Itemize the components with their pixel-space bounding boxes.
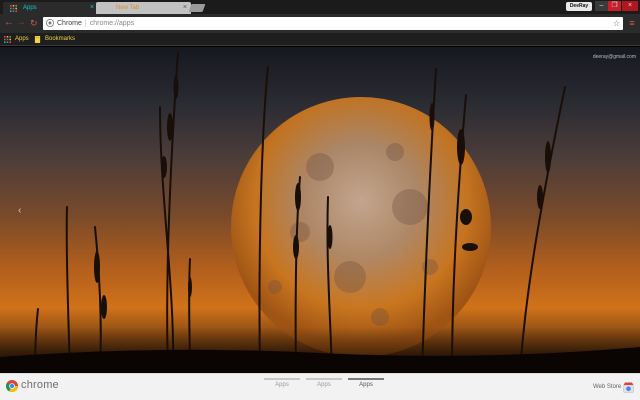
close-icon[interactable]: ×: [622, 1, 638, 11]
tab-strip: Apps × New Tab × DeeRay – ❐ ×: [0, 0, 640, 14]
omnibox-url: chrome://apps: [89, 20, 135, 27]
maximize-icon[interactable]: ❐: [608, 1, 621, 11]
apps-grid-icon: [4, 36, 11, 43]
apps-footer: chrome Apps Apps Apps Web Store: [0, 373, 640, 400]
moon-landscape-image: [0, 51, 640, 373]
page-switcher-label: Apps: [275, 382, 289, 388]
chrome-wordmark: chrome: [21, 379, 59, 391]
back-icon[interactable]: ←: [4, 17, 14, 29]
tab-label: New Tab: [116, 5, 140, 11]
web-store-icon[interactable]: [623, 382, 634, 393]
omnibox-separator: |: [84, 20, 87, 27]
tab-apps[interactable]: Apps ×: [3, 2, 98, 14]
tab-close-icon[interactable]: ×: [183, 2, 187, 14]
bookmark-star-icon[interactable]: ☆: [613, 17, 620, 30]
web-store-link[interactable]: Web Store: [593, 384, 621, 390]
omnibox[interactable]: Chrome | chrome://apps ☆: [43, 17, 623, 30]
reload-icon[interactable]: ↻: [30, 17, 38, 29]
tab-close-icon[interactable]: ×: [90, 2, 94, 14]
bookmark-apps[interactable]: Apps: [4, 33, 29, 46]
page-switcher-bar: [306, 378, 342, 380]
bookmark-label: Apps: [15, 36, 29, 42]
bookmarks-bar: Apps Bookmarks: [0, 33, 640, 46]
new-tab-button[interactable]: [188, 4, 206, 12]
bookmark-folder[interactable]: Bookmarks: [34, 33, 75, 46]
page-switcher-tab[interactable]: Apps: [264, 378, 300, 388]
forward-icon[interactable]: →: [16, 17, 26, 29]
profile-badge[interactable]: DeeRay: [566, 2, 592, 11]
new-tab-page-background: deeray@gmail.com ‹: [0, 47, 640, 373]
chrome-page-icon: [46, 19, 54, 27]
bookmark-label: Bookmarks: [45, 36, 76, 42]
page-switcher-label: Apps: [317, 382, 331, 388]
minimize-icon[interactable]: –: [595, 1, 608, 11]
prev-page-arrow-icon[interactable]: ‹: [18, 205, 21, 216]
omnibox-origin: Chrome: [57, 20, 82, 27]
page-switcher-bar: [348, 378, 384, 380]
tab-new-tab[interactable]: New Tab ×: [96, 2, 191, 14]
apps-grid-icon: [10, 5, 17, 12]
toolbar: ← → ↻ Chrome | chrome://apps ☆ ≡: [0, 14, 640, 33]
account-email[interactable]: deeray@gmail.com: [593, 54, 636, 60]
omnibox-text: Chrome | chrome://apps: [57, 17, 134, 30]
tab-label: Apps: [23, 5, 37, 11]
page-switcher-tab[interactable]: Apps: [306, 378, 342, 388]
menu-icon[interactable]: ≡: [627, 17, 637, 30]
bookmark-folder-icon: [34, 36, 41, 43]
page-switcher-tab-active[interactable]: Apps: [348, 378, 384, 388]
chrome-logo-icon: [6, 380, 18, 392]
page-switcher-label: Apps: [359, 382, 373, 388]
page-switcher-bar: [264, 378, 300, 380]
